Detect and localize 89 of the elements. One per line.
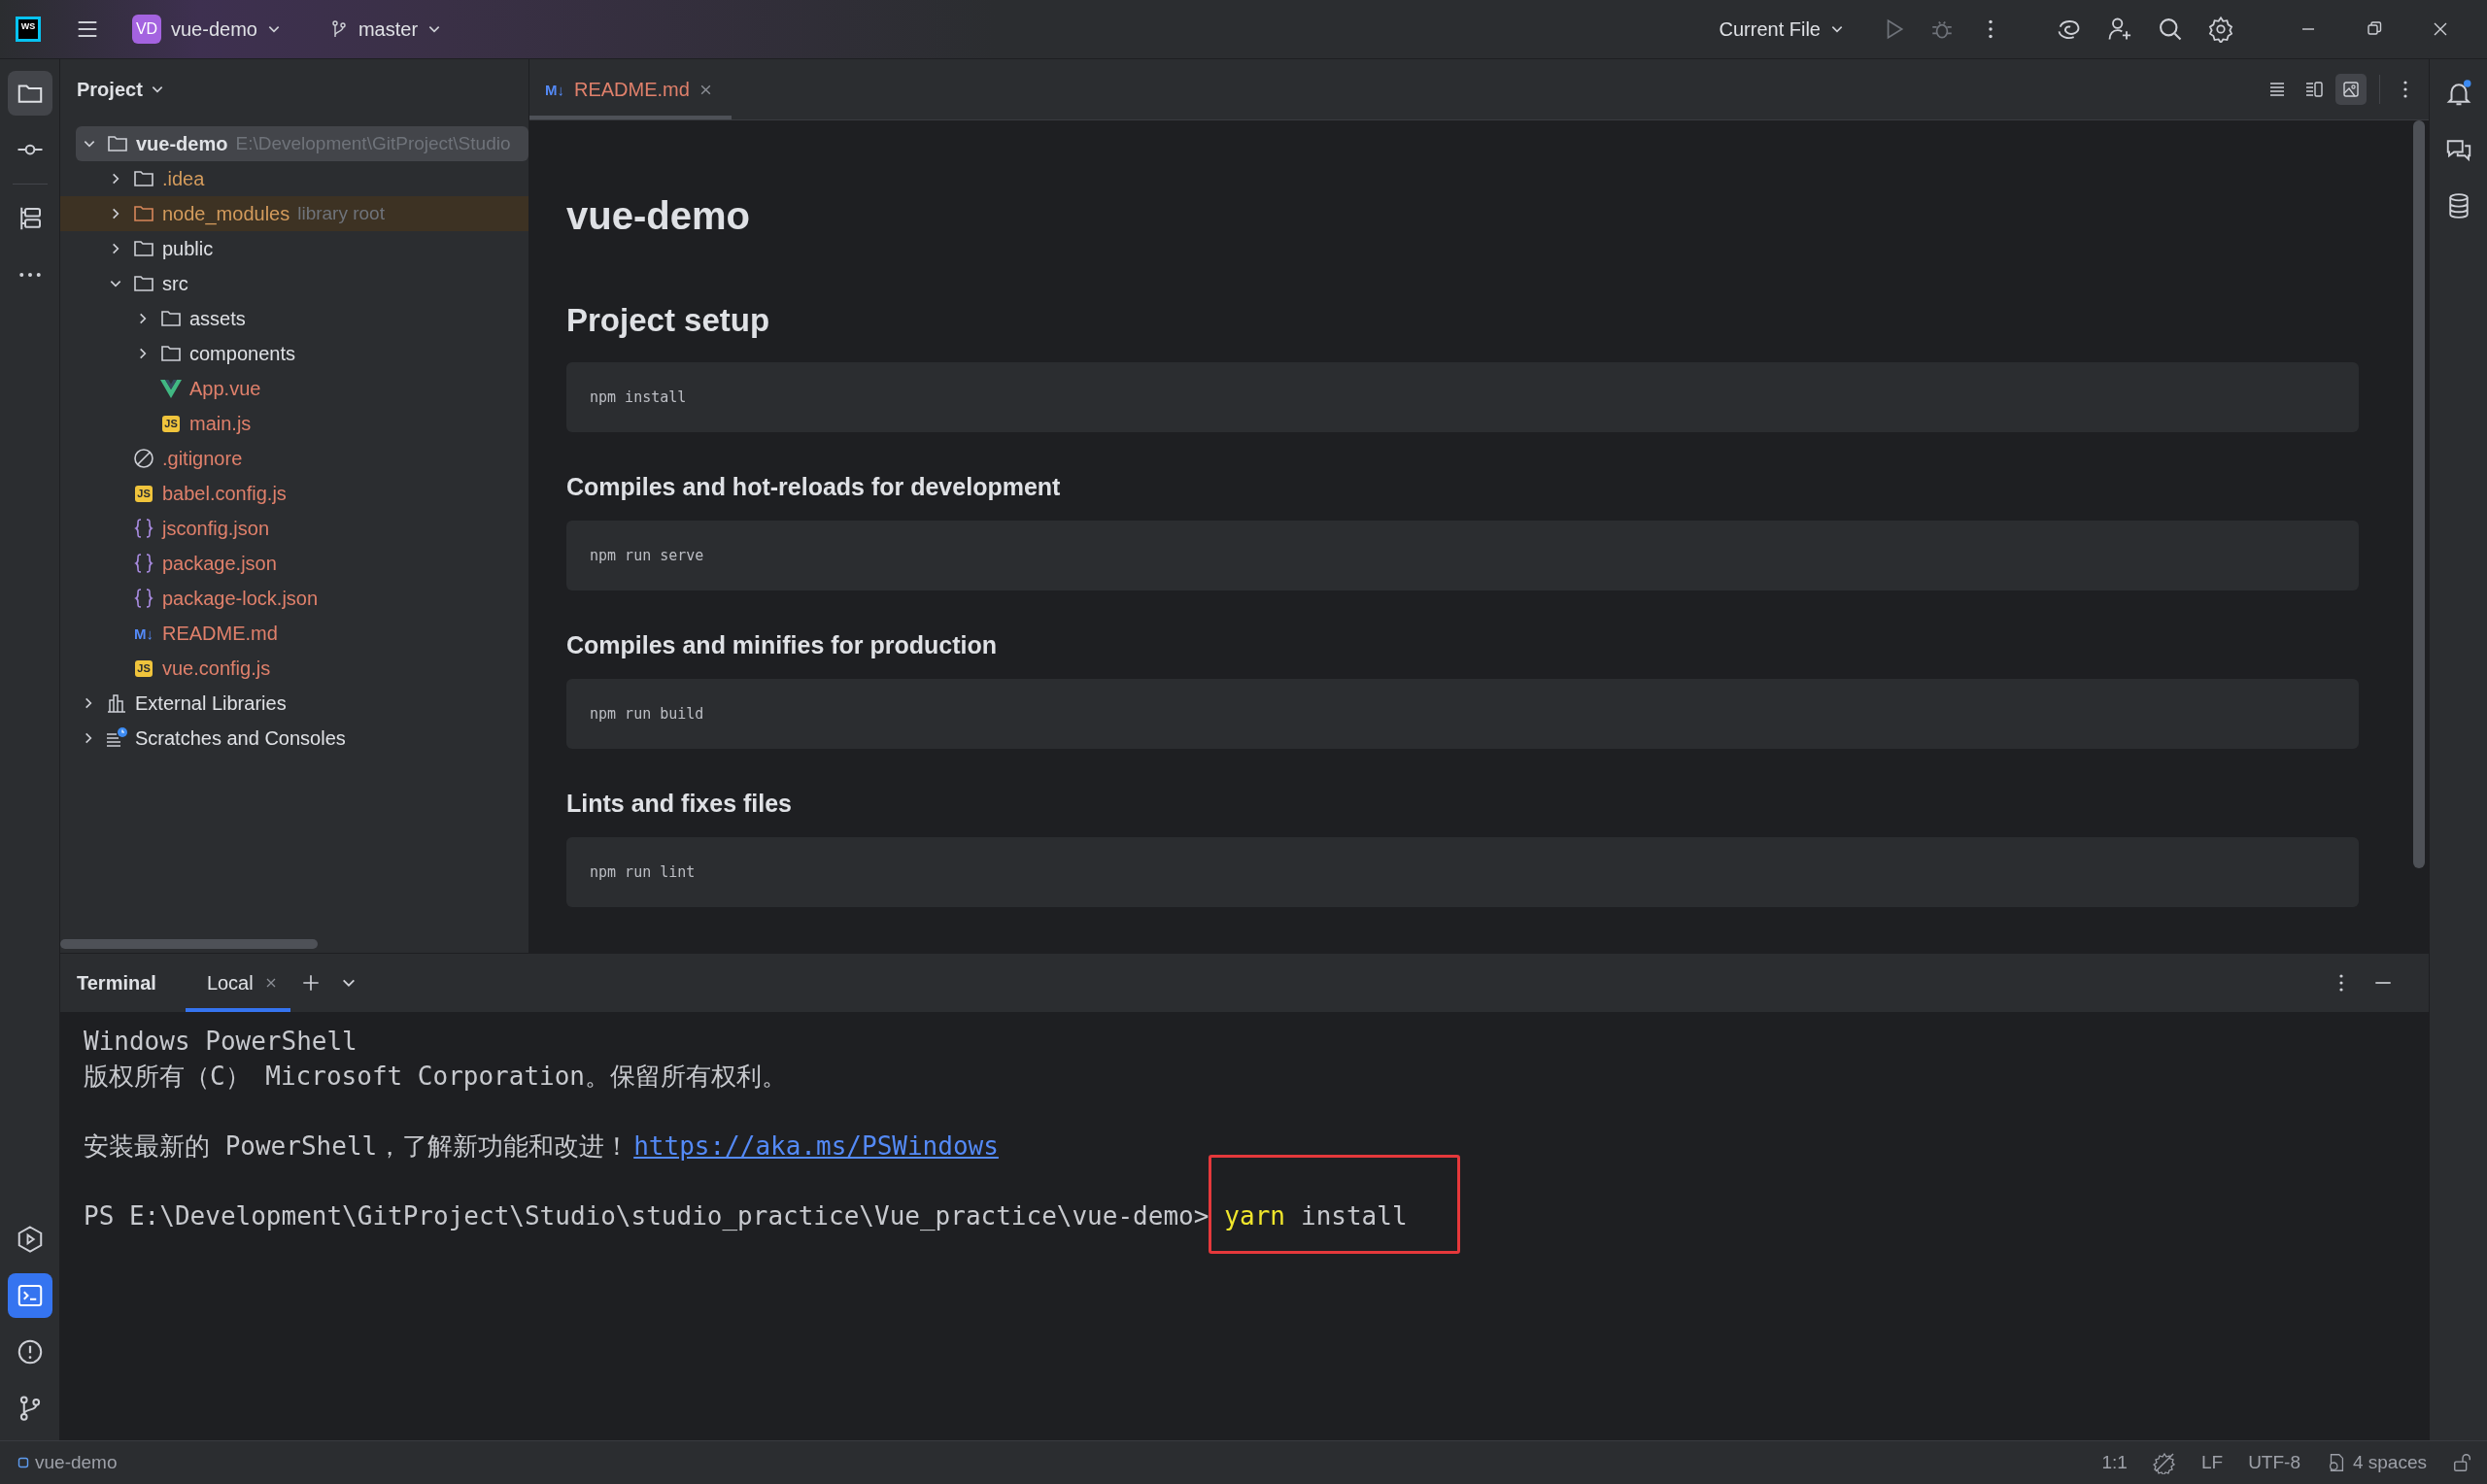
editor-tab[interactable]: M↓ README.md — [529, 59, 732, 119]
tree-item[interactable]: M↓ README.md — [60, 616, 528, 651]
settings-icon[interactable] — [2207, 16, 2234, 43]
braces-icon — [132, 552, 155, 575]
tree-item[interactable]: assets — [60, 301, 528, 336]
tree-item[interactable]: jsconfig.json — [60, 511, 528, 546]
terminal-text: 版权所有（C） Microsoft Corporation。保留所有权利。 — [84, 1062, 788, 1091]
link[interactable]: https://aka.ms/PSWindows — [633, 1131, 999, 1161]
tree-item[interactable]: src — [60, 266, 528, 301]
command-argument: install — [1301, 1201, 1408, 1231]
item-label: jsconfig.json — [162, 517, 270, 540]
project-switcher[interactable]: VD vue-demo — [132, 15, 281, 44]
tree-item[interactable]: package.json — [60, 546, 528, 581]
javascript-file-icon: JS — [162, 415, 180, 432]
tree-item[interactable]: JS main.js — [60, 406, 528, 441]
scratches-icon — [105, 726, 128, 750]
item-label: .idea — [162, 167, 205, 190]
view-selector[interactable]: Project — [77, 78, 164, 101]
vue-icon — [159, 377, 183, 400]
project-breadcrumb[interactable]: vue-demo — [17, 1452, 118, 1473]
code-block: npm run build — [566, 679, 2359, 749]
heading: Project setup — [566, 302, 771, 339]
terminal-icon[interactable] — [7, 1273, 52, 1318]
item-label: README.md — [162, 622, 278, 645]
tree-item[interactable]: External Libraries — [60, 686, 528, 721]
terminal-text: Windows PowerShell — [84, 1027, 358, 1056]
search-icon[interactable] — [2157, 16, 2184, 43]
item-label: public — [162, 237, 214, 260]
indent-setting[interactable]: 4 spaces — [2325, 1452, 2427, 1473]
item-label: package.json — [162, 552, 277, 575]
heading: vue-demo — [566, 194, 751, 238]
code-block: npm run lint — [566, 837, 2359, 907]
markdown-file-icon: M↓ — [134, 624, 153, 642]
folder-icon[interactable] — [7, 71, 52, 116]
javascript-file-icon: JS — [135, 485, 153, 502]
app-logo-icon[interactable]: WS — [16, 17, 41, 42]
item-label: External Libraries — [135, 691, 287, 715]
tree-item[interactable]: node_modules library root — [60, 196, 528, 231]
item-label: main.js — [189, 412, 252, 435]
item-label: components — [189, 342, 295, 365]
library-icon — [105, 691, 128, 715]
braces-icon — [132, 517, 155, 540]
tree-item[interactable]: App.vue — [60, 371, 528, 406]
tree-item[interactable]: public — [60, 231, 528, 266]
item-label: App.vue — [189, 377, 261, 400]
heading: Compiles and minifies for production — [566, 631, 999, 659]
close-icon[interactable] — [698, 83, 712, 96]
inspection-off-icon[interactable] — [2152, 1451, 2176, 1474]
add-user-icon[interactable] — [2106, 16, 2133, 43]
item-label: vue.config.js — [162, 657, 271, 680]
tree-item[interactable]: components — [60, 336, 528, 371]
javascript-file-icon: JS — [135, 659, 153, 677]
command-name: yarn — [1224, 1201, 1285, 1231]
heading: Lints and fixes files — [566, 790, 793, 818]
unlock-icon[interactable] — [2452, 1452, 2473, 1473]
heading: Compiles and hot-reloads for development — [566, 473, 1062, 501]
tree-item[interactable]: JS vue.config.js — [60, 651, 528, 686]
code-block: npm run serve — [566, 521, 2359, 590]
preview-icon[interactable] — [2335, 74, 2367, 105]
tree-item[interactable]: Scratches and Consoles — [60, 721, 528, 756]
scrollbar[interactable] — [2413, 120, 2425, 868]
item-label: src — [162, 272, 188, 295]
panel-title: Terminal — [77, 971, 156, 995]
tree-item[interactable]: JS babel.config.js — [60, 476, 528, 511]
terminal-tab[interactable]: Local — [185, 954, 290, 1012]
ignore-file-icon — [132, 447, 155, 470]
tree-item[interactable]: package-lock.json — [60, 581, 528, 616]
terminal-text: PS E:\Development\GitProject\Studio\studio_practice\Vue_practice\vue-demo> — [84, 1201, 1209, 1231]
tree-item[interactable]: .idea — [60, 161, 528, 196]
item-label: assets — [189, 307, 246, 330]
item-label: babel.config.js — [162, 482, 287, 505]
item-label: package-lock.json — [162, 587, 319, 610]
file-encoding[interactable]: UTF-8 — [2248, 1452, 2300, 1473]
terminal-text: 安装最新的 PowerShell，了解新功能和改进！ — [84, 1131, 630, 1161]
braces-icon — [132, 587, 155, 610]
square-icon — [17, 1457, 29, 1468]
close-icon[interactable] — [264, 977, 277, 989]
cursor-position[interactable]: 1:1 — [2101, 1452, 2128, 1473]
run-configuration-selector[interactable]: Current File — [1719, 17, 1844, 41]
item-label: node_modules — [162, 202, 290, 225]
item-hint: library root — [297, 203, 385, 224]
tree-item[interactable]: .gitignore — [60, 441, 528, 476]
item-label: Scratches and Consoles — [135, 726, 346, 750]
scrollbar[interactable] — [60, 939, 318, 949]
item-label: vue-demo — [136, 132, 228, 155]
item-label: .gitignore — [162, 447, 243, 470]
branch-selector[interactable]: master — [328, 17, 442, 41]
code-block: npm install — [566, 362, 2359, 432]
line-separator[interactable]: LF — [2200, 1452, 2224, 1473]
